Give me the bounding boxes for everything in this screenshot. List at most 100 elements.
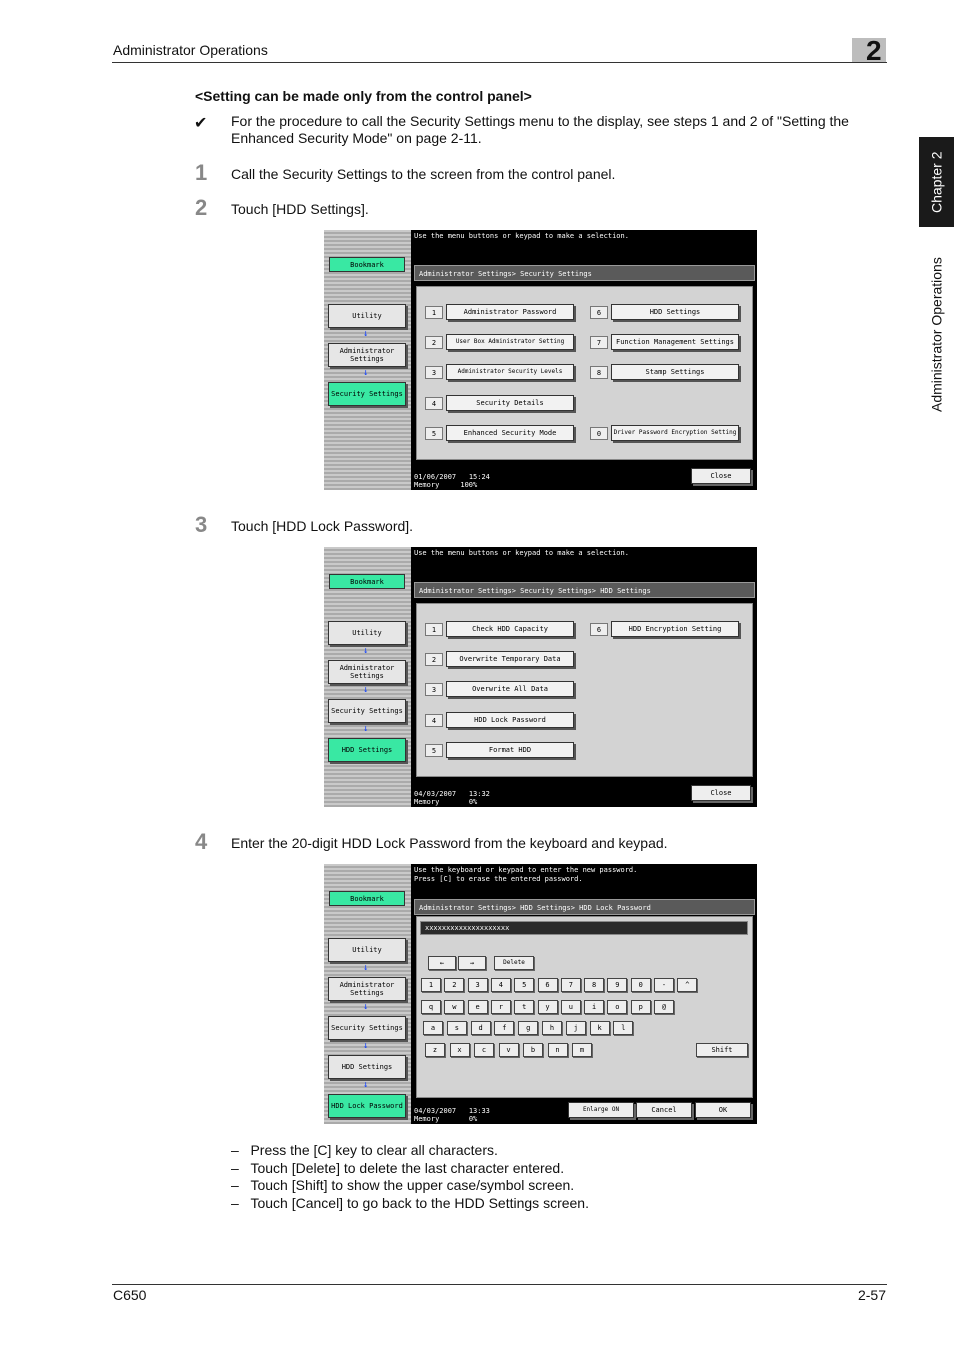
menu-button[interactable]: Check HDD Capacity — [446, 621, 574, 637]
keyboard-key[interactable]: @ — [654, 1000, 674, 1014]
screenshot-security-settings: Bookmark Utility ↓ Administrator Setting… — [324, 230, 757, 490]
menu-button[interactable]: HDD Encryption Setting — [611, 621, 739, 637]
date: 04/03/2007 — [414, 790, 457, 798]
keyboard-key[interactable]: 8 — [584, 978, 605, 992]
status-date: 04/03/2007 13:32 — [414, 790, 490, 798]
right-arrow-key[interactable]: → — [458, 956, 486, 970]
menu-button[interactable]: Driver Password Encryption Setting — [611, 425, 739, 441]
ok-button[interactable]: OK — [695, 1102, 751, 1118]
keyboard-key[interactable]: p — [630, 1000, 651, 1014]
nav-security-button[interactable]: Security Settings — [328, 382, 406, 406]
menu-button[interactable]: Stamp Settings — [611, 364, 739, 380]
keyboard-key[interactable]: u — [560, 1000, 581, 1014]
keyboard-key[interactable]: 1 — [421, 978, 441, 992]
cancel-button[interactable]: Cancel — [636, 1102, 692, 1118]
item-number: 3 — [425, 366, 443, 379]
menu-button[interactable]: Administrator Password — [446, 304, 574, 320]
nav-admin-button[interactable]: Administrator Settings — [328, 977, 406, 1001]
keyboard-key[interactable]: o — [607, 1000, 628, 1014]
keyboard-key[interactable]: h — [542, 1021, 562, 1035]
status-memory: Memory 0% — [414, 798, 477, 806]
keyboard-key[interactable]: 5 — [514, 978, 535, 992]
item-number: 6 — [590, 306, 608, 319]
keyboard-key[interactable]: k — [589, 1021, 610, 1035]
down-arrow-icon: ↓ — [363, 368, 369, 378]
bookmark-button[interactable]: Bookmark — [329, 574, 405, 589]
nav-security-button[interactable]: Security Settings — [328, 699, 406, 723]
nav-utility-button[interactable]: Utility — [328, 621, 406, 645]
keyboard-key[interactable]: g — [518, 1021, 539, 1035]
keyboard-key[interactable]: c — [474, 1043, 494, 1057]
keyboard-key[interactable]: v — [498, 1043, 519, 1057]
step-text: Call the Security Settings to the screen… — [231, 166, 616, 182]
menu-button[interactable]: Overwrite All Data — [446, 681, 574, 697]
breadcrumb: Administrator Settings> Security Setting… — [414, 582, 755, 598]
down-arrow-icon: ↓ — [363, 963, 369, 973]
screen-message-line2: Press [C] to erase the entered password. — [414, 875, 583, 883]
keyboard-key[interactable]: n — [547, 1043, 568, 1057]
close-button[interactable]: Close — [691, 785, 751, 801]
keyboard-key[interactable]: l — [613, 1021, 634, 1035]
keyboard-key[interactable]: m — [572, 1043, 592, 1057]
nav-security-button[interactable]: Security Settings — [328, 1016, 406, 1040]
menu-button[interactable]: User Box Administrator Setting — [446, 334, 574, 350]
nav-utility-button[interactable]: Utility — [328, 938, 406, 962]
nav-utility-button[interactable]: Utility — [328, 304, 406, 328]
menu-button[interactable]: Format HDD — [446, 742, 574, 758]
keyboard-key[interactable]: q — [421, 1000, 441, 1014]
keyboard-key[interactable]: d — [470, 1021, 491, 1035]
keyboard-key[interactable]: a — [423, 1021, 443, 1035]
keyboard-key[interactable]: 2 — [444, 978, 465, 992]
keyboard-key[interactable]: z — [425, 1043, 445, 1057]
date: 04/03/2007 — [414, 1107, 457, 1115]
keyboard-key[interactable]: x — [449, 1043, 470, 1057]
keyboard-key[interactable]: t — [514, 1000, 535, 1014]
bookmark-button[interactable]: Bookmark — [329, 891, 405, 906]
memory-label: Memory — [414, 481, 440, 489]
keyboard-key[interactable]: b — [523, 1043, 543, 1057]
keyboard-key[interactable]: w — [444, 1000, 465, 1014]
enlarge-button[interactable]: Enlarge ON — [568, 1102, 634, 1118]
menu-button[interactable]: HDD Settings — [611, 304, 739, 320]
menu-button[interactable]: Administrator Security Levels — [446, 364, 574, 380]
menu-button[interactable]: Overwrite Temporary Data — [446, 651, 574, 667]
menu-button[interactable]: Function Management Settings — [611, 334, 739, 350]
nav-hdd-button[interactable]: HDD Settings — [328, 738, 406, 762]
keyboard-key[interactable]: j — [565, 1021, 586, 1035]
password-input[interactable]: xxxxxxxxxxxxxxxxxxxx — [420, 921, 748, 935]
nav-admin-button[interactable]: Administrator Settings — [328, 660, 406, 684]
close-button[interactable]: Close — [691, 468, 751, 484]
left-panel: Bookmark Utility ↓ Administrator Setting… — [324, 547, 411, 807]
down-arrow-icon: ↓ — [363, 1080, 369, 1090]
keyboard-key[interactable]: ^ — [677, 978, 698, 992]
item-number: 1 — [425, 306, 443, 319]
keyboard-key[interactable]: f — [494, 1021, 515, 1035]
nav-admin-button[interactable]: Administrator Settings — [328, 343, 406, 367]
screenshot-hdd-settings: Bookmark Utility ↓ Administrator Setting… — [324, 547, 757, 807]
keyboard-key[interactable]: - — [654, 978, 674, 992]
left-arrow-key[interactable]: ← — [428, 956, 456, 970]
keyboard-key[interactable]: 7 — [560, 978, 581, 992]
nav-hdd-button[interactable]: HDD Settings — [328, 1055, 406, 1079]
step-text: Touch [HDD Lock Password]. — [231, 518, 414, 534]
keyboard-key[interactable]: 6 — [537, 978, 558, 992]
bookmark-button[interactable]: Bookmark — [329, 257, 405, 272]
screenshot-hdd-lock-password: Bookmark Utility ↓ Administrator Setting… — [324, 864, 757, 1124]
keyboard-key[interactable]: i — [584, 1000, 605, 1014]
keyboard-key[interactable]: 0 — [630, 978, 651, 992]
keyboard-key[interactable]: e — [467, 1000, 488, 1014]
keyboard-key[interactable]: 4 — [490, 978, 511, 992]
nav-hdd-lock-button[interactable]: HDD Lock Password — [328, 1094, 406, 1118]
keyboard-key[interactable]: 9 — [607, 978, 628, 992]
menu-button[interactable]: Security Details — [446, 395, 574, 411]
menu-button[interactable]: Enhanced Security Mode — [446, 425, 574, 441]
checkmark-icon: ✔ — [194, 115, 208, 132]
keyboard-key[interactable]: r — [490, 1000, 511, 1014]
delete-key[interactable]: Delete — [494, 956, 534, 970]
keyboard-key[interactable]: y — [537, 1000, 558, 1014]
menu-button[interactable]: HDD Lock Password — [446, 712, 574, 728]
shift-key[interactable]: Shift — [696, 1043, 748, 1057]
screen-message: Use the menu buttons or keypad to make a… — [414, 232, 629, 240]
keyboard-key[interactable]: 3 — [467, 978, 488, 992]
keyboard-key[interactable]: s — [446, 1021, 467, 1035]
